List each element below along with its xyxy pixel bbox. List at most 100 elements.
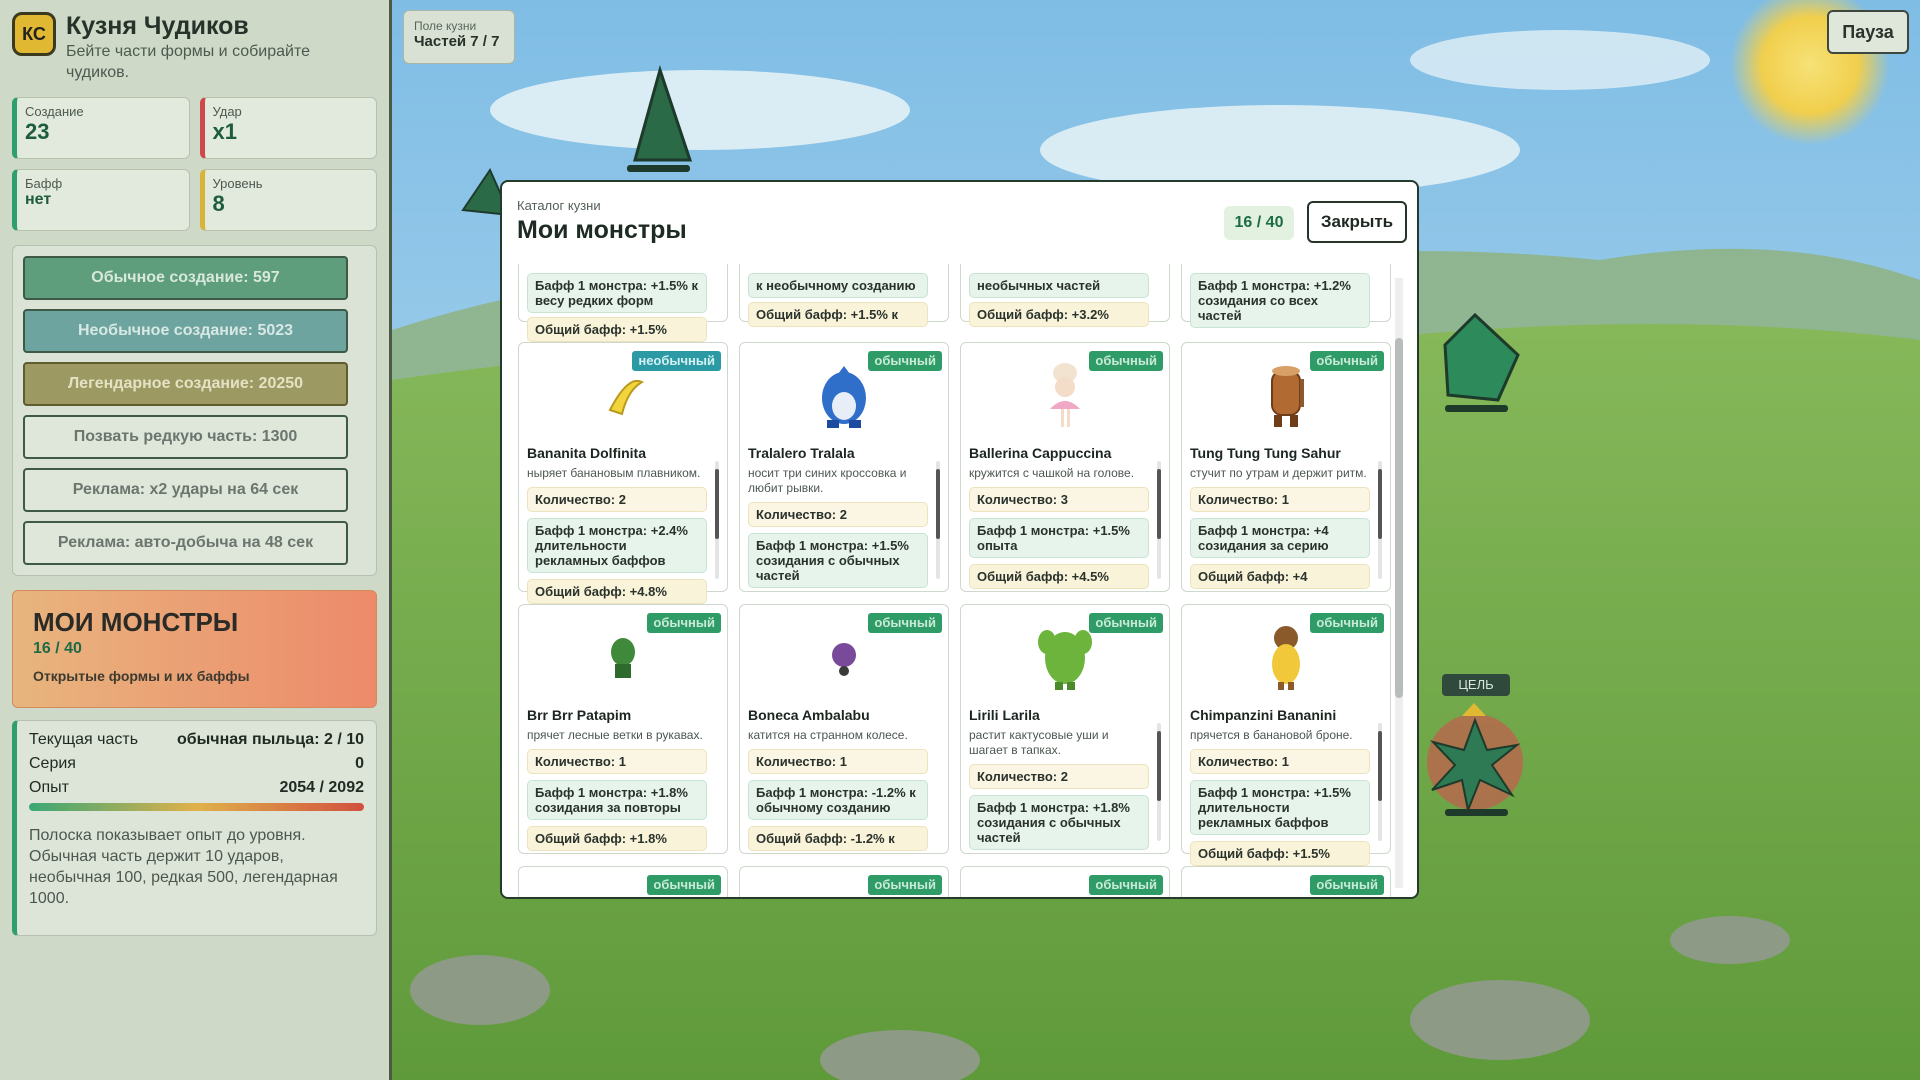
monster-card: Бафф 1 монстра: +1.2% созидания со всех … <box>1181 264 1391 328</box>
monster-card: обычный Tung Tung Tung Sahur стучит по у… <box>1181 342 1391 592</box>
my-monsters-card[interactable]: МОИ МОНСТРЫ 16 / 40 Открытые формы и их … <box>12 590 377 708</box>
my-monsters-count: 16 / 40 <box>33 640 82 657</box>
monster-card: обычный <box>960 866 1170 897</box>
xp-value: 2054 / 2092 <box>279 779 364 796</box>
rarity-badge: обычный <box>868 875 942 895</box>
monster-card: обычный Brr Brr Patapim прячет лесные ве… <box>518 604 728 854</box>
xp-progress-bar <box>29 803 364 811</box>
monster-description: стучит по утрам и держит ритм. <box>1190 466 1367 480</box>
game-title: Кузня Чудиков <box>66 12 249 40</box>
monster-name: Brr Brr Patapim <box>527 707 632 723</box>
monster-card: обычный <box>518 866 728 897</box>
ad-auto-loot-button[interactable]: Реклама: авто-добыча на 48 сек <box>23 521 348 565</box>
uncommon-creation-button[interactable]: Необычное создание: 5023 <box>23 309 348 353</box>
rarity-badge: обычный <box>1310 351 1384 371</box>
monster-quantity: Количество: 1 <box>748 749 928 774</box>
monster-quantity: Количество: 2 <box>748 502 928 527</box>
progress-note: Полоска показывает опыт до уровня. Обычн… <box>29 827 338 907</box>
rarity-badge: обычный <box>647 613 721 633</box>
streak-label: Серия <box>29 755 76 772</box>
monster-quantity: Количество: 1 <box>1190 487 1370 512</box>
monster-card: обычный <box>1181 866 1391 897</box>
xp-label: Опыт <box>29 779 69 796</box>
monsters-grid-viewport[interactable]: Бафф 1 монстра: +1.5% к весу редких форм… <box>516 264 1413 897</box>
monster-name: Chimpanzini Bananini <box>1190 707 1337 723</box>
brand: КС Кузня Чудиков Бейте части формы и соб… <box>12 12 377 83</box>
monster-total-buff: Общий бафф: +4.5% <box>969 564 1149 589</box>
current-part-label: Текущая часть <box>29 731 139 748</box>
card-scrollbar[interactable] <box>1378 723 1382 841</box>
monster-buff: Бафф 1 монстра: +1.8% созидания за повто… <box>527 780 707 820</box>
ad-double-hits-button[interactable]: Реклама: x2 удары на 64 сек <box>23 468 348 512</box>
common-creation-button[interactable]: Обычное создание: 597 <box>23 256 348 300</box>
card-scrollbar[interactable] <box>1157 461 1161 579</box>
card-buff: Бафф 1 монстра: +1.2% созидания со всех … <box>1190 273 1370 328</box>
streak-value: 0 <box>355 755 364 772</box>
my-monsters-title: МОИ МОНСТРЫ <box>33 607 239 637</box>
close-button[interactable]: Закрыть <box>1307 201 1407 243</box>
monster-buff: Бафф 1 монстра: +1.5% опыта <box>969 518 1149 558</box>
monster-name: Bananita Dolfinita <box>527 445 647 461</box>
monster-card: обычный <box>739 866 949 897</box>
card-total: Общий бафф: +1.5% к <box>748 302 928 327</box>
pause-button[interactable]: Пауза <box>1827 10 1909 54</box>
monster-total-buff: Общий бафф: +4.8% <box>527 579 707 604</box>
rarity-badge: обычный <box>868 351 942 371</box>
legendary-creation-button[interactable]: Легендарное создание: 20250 <box>23 362 348 406</box>
monster-total-buff: Общий бафф: -1.2% к <box>748 826 928 851</box>
card-scrollbar[interactable] <box>715 461 719 579</box>
call-rare-part-button[interactable]: Позвать редкую часть: 1300 <box>23 415 348 459</box>
monster-card: Бафф 1 монстра: +1.5% к весу редких форм… <box>518 264 728 342</box>
stat-creation: Создание 23 <box>12 97 190 159</box>
stat-buff: Бафф нет <box>12 169 190 231</box>
rarity-badge: обычный <box>1310 613 1384 633</box>
monster-card: обычный Boneca Ambalabu катится на стран… <box>739 604 949 854</box>
stat-value: 8 <box>212 191 225 216</box>
stats-grid: Создание 23 Удар x1 Бафф нет Уровень 8 <box>12 97 377 231</box>
modal-header: Каталог кузни Мои монстры 16 / 40 Закрыт… <box>502 182 1417 264</box>
monster-description: носит три синих кроссовка и любит рывки. <box>748 466 907 495</box>
monster-quantity: Количество: 1 <box>527 749 707 774</box>
parts-label: Поле кузни <box>414 19 477 33</box>
monster-quantity: Количество: 2 <box>969 764 1149 789</box>
monster-buff: Бафф 1 монстра: +1.8% созидания с обычны… <box>969 795 1149 850</box>
streak-row: Серия 0 <box>29 755 364 773</box>
monster-name: Tralalero Tralala <box>748 445 855 461</box>
modal-scrollbar-thumb[interactable] <box>1395 338 1403 698</box>
stat-level: Уровень 8 <box>199 169 377 231</box>
stat-value: нет <box>25 191 52 208</box>
stat-hit: Удар x1 <box>199 97 377 159</box>
stat-label: Уровень <box>212 176 263 191</box>
monster-quantity: Количество: 1 <box>1190 749 1370 774</box>
modal-scrollbar[interactable] <box>1395 278 1403 888</box>
card-total: Общий бафф: +3.2% <box>969 302 1149 327</box>
card-scrollbar[interactable] <box>1378 461 1382 579</box>
rarity-badge: обычный <box>1089 875 1163 895</box>
monster-total-buff: Общий бафф: +1.8% <box>527 826 707 851</box>
card-buff: к необычному созданию <box>748 273 928 298</box>
xp-row: Опыт 2054 / 2092 <box>29 779 364 797</box>
monster-card: обычный Ballerina Cappuccina кружится с … <box>960 342 1170 592</box>
monster-card: необычный Bananita Dolfinita ныряет бана… <box>518 342 728 604</box>
monster-name: Tung Tung Tung Sahur <box>1190 445 1341 461</box>
monster-buff: Бафф 1 монстра: +1.5% длительности рекла… <box>1190 780 1370 835</box>
stat-label: Бафф <box>25 176 63 191</box>
monster-buff: Бафф 1 монстра: +4 созидания за серию <box>1190 518 1370 558</box>
card-scrollbar[interactable] <box>936 461 940 579</box>
monster-name: Lirili Larila <box>969 707 1040 723</box>
action-panel: Обычное создание: 597 Необычное создание… <box>12 245 377 576</box>
modal-count-badge: 16 / 40 <box>1224 206 1294 240</box>
target-label: ЦЕЛЬ <box>1442 674 1510 696</box>
stat-value: x1 <box>212 119 237 144</box>
monster-description: кружится с чашкой на голове. <box>969 466 1135 480</box>
monster-buff: Бафф 1 монстра: +2.4% длительности рекла… <box>527 518 707 573</box>
monster-description: ныряет банановым плавником. <box>527 466 701 480</box>
monster-card: к необычному созданию Общий бафф: +1.5% … <box>739 264 949 327</box>
progress-panel: Текущая часть обычная пыльца: 2 / 10 Сери… <box>12 720 377 936</box>
card-scrollbar[interactable] <box>1157 723 1161 841</box>
rarity-badge: обычный <box>1310 875 1384 895</box>
stat-label: Создание <box>25 104 84 119</box>
rarity-badge: обычный <box>647 875 721 895</box>
stat-label: Удар <box>212 104 242 119</box>
game-subtitle: Бейте части формы и собирайте чудиков. <box>66 43 311 81</box>
